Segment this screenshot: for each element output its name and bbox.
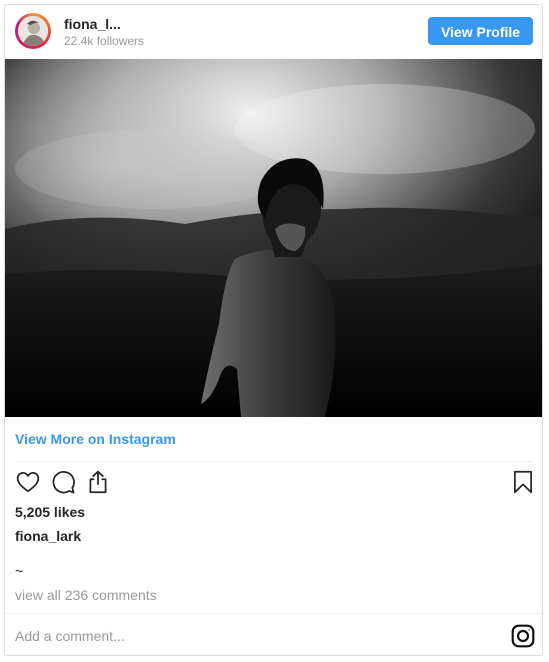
comment-icon[interactable] xyxy=(50,469,76,495)
share-icon[interactable] xyxy=(85,469,111,495)
avatar-image xyxy=(18,16,48,46)
avatar[interactable] xyxy=(15,13,51,49)
bookmark-icon[interactable] xyxy=(510,469,536,495)
post-header: fiona_l... 22.4k followers View Profile xyxy=(5,5,542,59)
instagram-embed-card: fiona_l... 22.4k followers View Profile xyxy=(4,4,543,656)
post-photo[interactable] xyxy=(5,59,542,417)
divider xyxy=(15,461,532,462)
follower-count: 22.4k followers xyxy=(64,34,145,48)
caption-username[interactable]: fiona_lark xyxy=(15,528,81,544)
caption-text: ~ xyxy=(15,563,24,579)
add-comment-input[interactable] xyxy=(15,621,455,651)
view-all-comments-link[interactable]: view all 236 comments xyxy=(15,587,157,603)
view-profile-button[interactable]: View Profile xyxy=(428,17,533,45)
username[interactable]: fiona_l... xyxy=(64,16,121,32)
heart-icon[interactable] xyxy=(15,469,41,495)
instagram-logo-icon[interactable] xyxy=(510,623,536,649)
like-count[interactable]: 5,205 likes xyxy=(15,504,85,520)
view-more-on-instagram-link[interactable]: View More on Instagram xyxy=(15,431,176,447)
divider xyxy=(5,613,542,614)
